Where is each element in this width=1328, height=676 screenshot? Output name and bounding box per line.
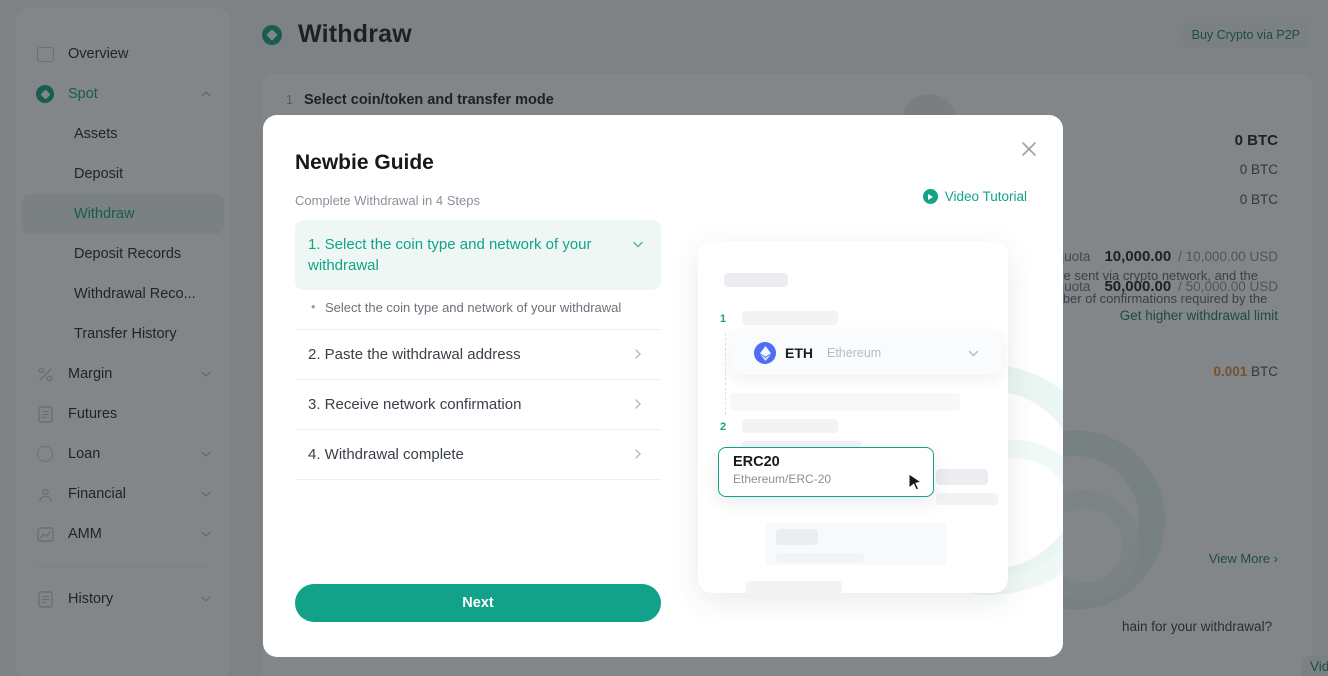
guide-step-2-header[interactable]: 2. Paste the withdrawal address [295,330,661,379]
skeleton-bar [936,493,998,505]
illustration-coin-select: ETH Ethereum [730,331,1002,375]
modal-subtitle: Complete Withdrawal in 4 Steps [295,193,480,208]
guide-step-4-header[interactable]: 4. Withdrawal complete [295,430,661,479]
ethereum-icon [754,342,776,364]
chevron-down-icon [968,350,979,356]
guide-step-1-body: Select the coin type and network of your… [295,290,661,329]
illustration-connector [725,333,726,415]
chevron-right-icon [635,399,641,409]
guide-step-2: 2. Paste the withdrawal address [295,329,661,379]
video-tutorial-label: Video Tutorial [944,189,1027,204]
guide-step-4: 4. Withdrawal complete [295,429,661,479]
guide-step-1: 1. Select the coin type and network of y… [295,220,661,329]
skeleton-bar [730,393,960,411]
guide-illustration: 1 ETH Ethereum 2 ERC20 Ethereum/ERC-20 [690,225,1063,595]
illustration-step-1-number: 1 [720,313,727,325]
skeleton-bar [724,273,788,287]
chevron-down-icon [633,241,643,248]
skeleton-bar [776,529,818,545]
guide-step-3-title: 3. Receive network confirmation [308,396,522,413]
guide-step-3: 3. Receive network confirmation [295,379,661,429]
skeleton-bar [936,469,988,485]
close-icon[interactable] [1017,137,1041,161]
chevron-right-icon [635,449,641,459]
guide-step-1-title: 1. Select the coin type and network of y… [308,236,592,274]
coin-symbol: ETH [785,345,813,361]
guide-step-1-header[interactable]: 1. Select the coin type and network of y… [295,220,661,290]
guide-steps-list: 1. Select the coin type and network of y… [295,220,661,480]
chevron-right-icon [635,349,641,359]
guide-step-2-title: 2. Paste the withdrawal address [308,346,521,363]
next-button[interactable]: Next [295,584,661,622]
video-tutorial-link[interactable]: Video Tutorial [922,189,1027,204]
guide-step-bullet: Select the coin type and network of your… [311,299,661,315]
guide-steps-bottom-divider [295,479,661,480]
skeleton-bar [742,419,838,433]
newbie-guide-modal: Newbie Guide Complete Withdrawal in 4 St… [263,115,1063,657]
guide-step-3-header[interactable]: 3. Receive network confirmation [295,380,661,429]
screen-root: Overview Spot Assets Deposit Withdraw De… [0,0,1328,676]
mouse-cursor-icon [908,473,923,491]
skeleton-bar [746,581,842,595]
illustration-step-2-number: 2 [720,421,727,433]
skeleton-bar [776,553,864,563]
coin-name: Ethereum [827,346,882,360]
illustration-card: 1 ETH Ethereum 2 [698,241,1008,595]
guide-step-4-title: 4. Withdrawal complete [308,446,464,463]
play-icon [922,189,938,204]
network-option-title: ERC20 [733,454,780,470]
network-option-subtitle: Ethereum/ERC-20 [733,472,832,486]
skeleton-bar [742,311,838,325]
network-option-erc20[interactable]: ERC20 Ethereum/ERC-20 [718,447,934,497]
modal-title: Newbie Guide [295,151,434,174]
